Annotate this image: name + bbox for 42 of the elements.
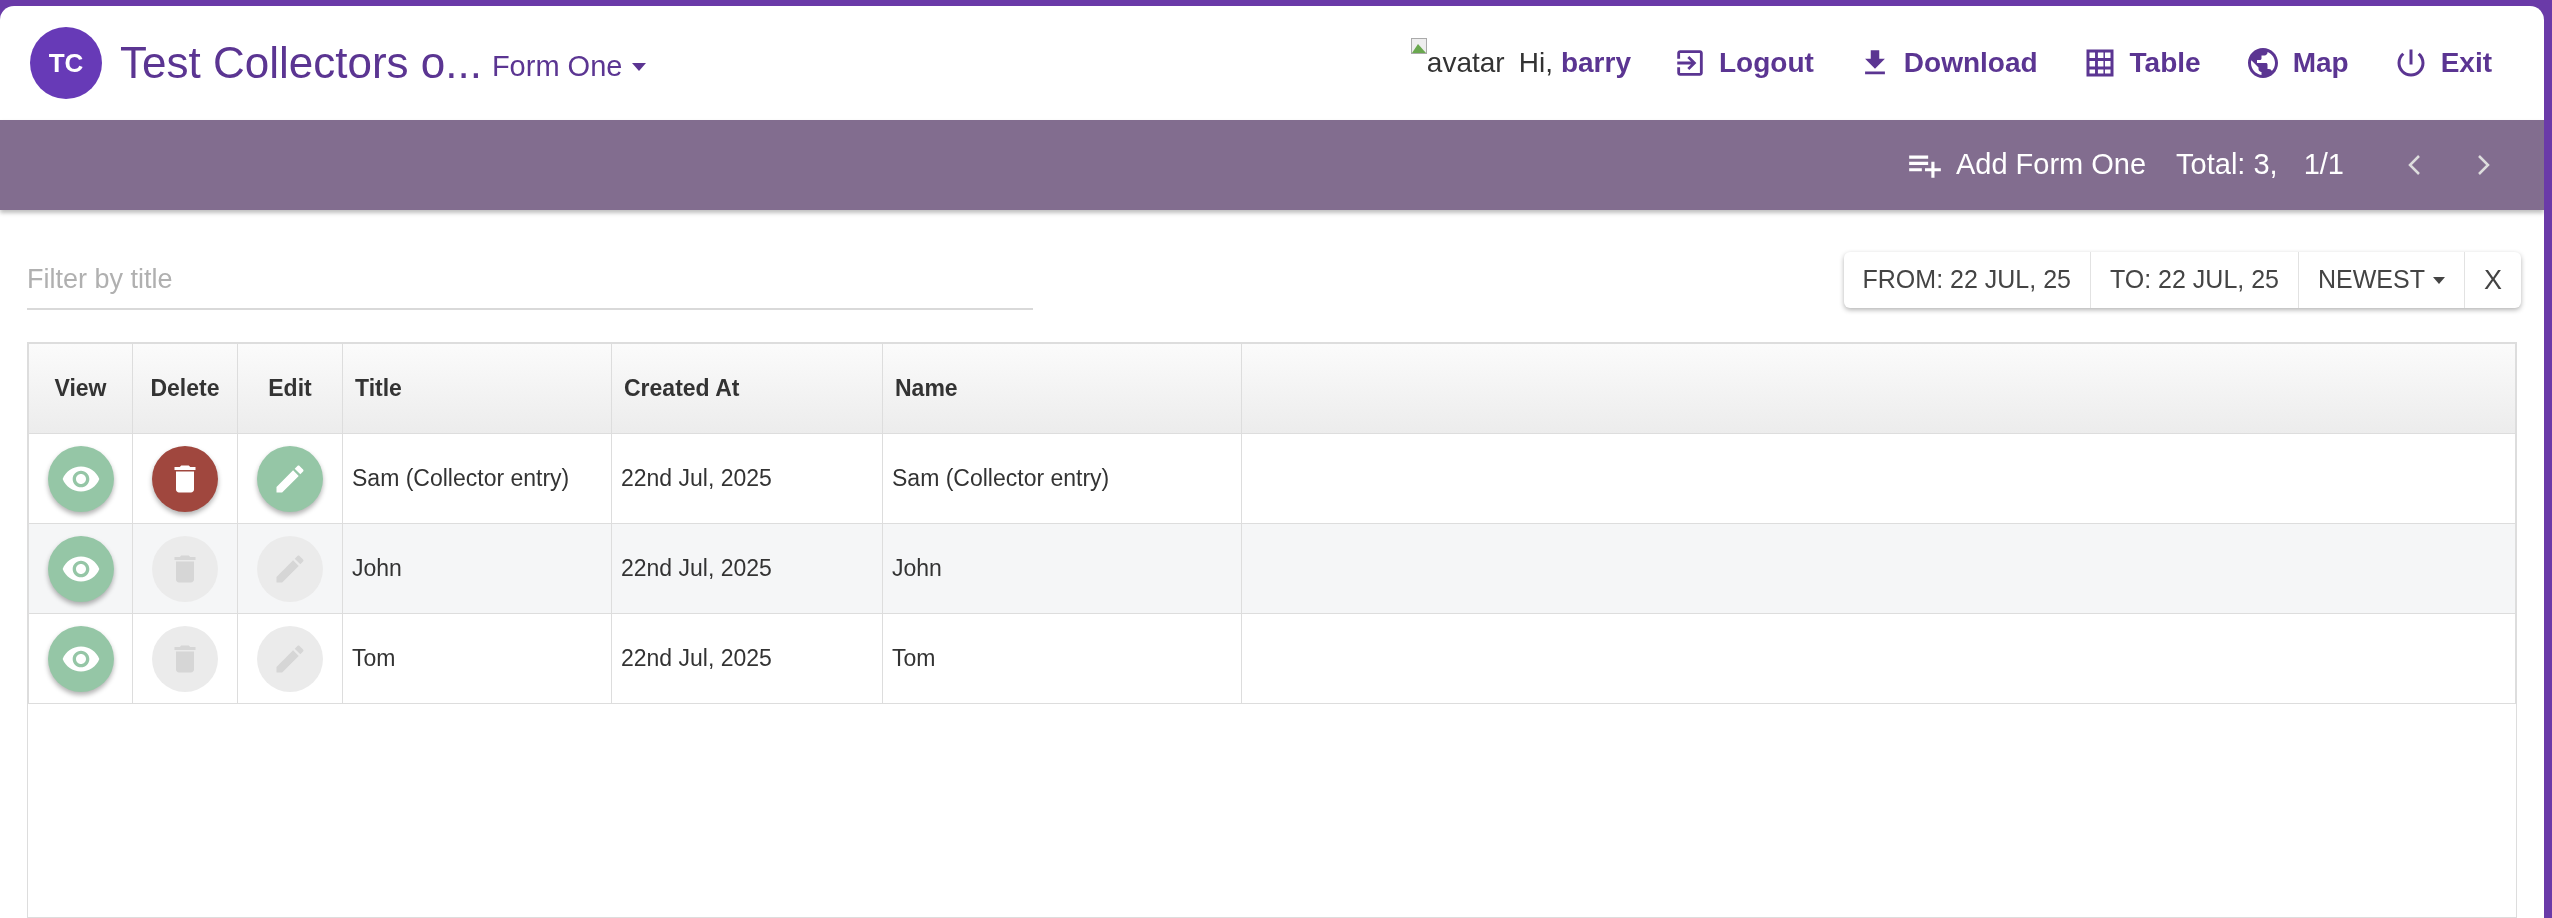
filter-field[interactable]: Filter by title <box>27 250 1033 310</box>
table-button[interactable]: Table <box>2059 42 2223 84</box>
exit-button[interactable]: Exit <box>2370 42 2514 84</box>
view-button[interactable] <box>47 625 114 692</box>
view-button[interactable] <box>47 445 114 512</box>
logo-badge: TC <box>30 27 102 99</box>
download-button[interactable]: Download <box>1835 42 2060 84</box>
page-indicator: 1/1 <box>2303 147 2344 183</box>
caret-icon <box>632 63 647 71</box>
table-cell: 22nd Jul, 2025 <box>611 613 883 704</box>
app-title: Test Collectors o... <box>120 37 482 89</box>
table-cell: Sam (Collector entry) <box>882 433 1242 524</box>
clear-button[interactable]: X <box>2464 252 2521 308</box>
from-date-button[interactable]: FROM: 22 JUL, 25 <box>1843 252 2090 308</box>
table-cell: Tom <box>882 613 1242 704</box>
table-cell: Sam (Collector entry) <box>342 433 612 524</box>
column-header: Title <box>342 343 612 434</box>
table-cell: 22nd Jul, 2025 <box>611 433 883 524</box>
total-count: Total: 3, <box>2176 147 2278 183</box>
table-cell: Tom <box>342 613 612 704</box>
table-cell: 22nd Jul, 2025 <box>611 523 883 614</box>
column-header: Delete <box>132 343 238 434</box>
caret-icon <box>2433 276 2445 284</box>
column-header: Created At <box>611 343 883 434</box>
add-button[interactable]: Add Form One <box>1905 143 2147 187</box>
form-dropdown[interactable]: Form One <box>491 45 647 89</box>
table-cell: John <box>342 523 612 614</box>
column-header: Name <box>882 343 1242 434</box>
delete-button[interactable] <box>152 445 218 512</box>
chevron-left-icon <box>2407 154 2421 176</box>
logout-button[interactable]: Logout <box>1650 42 1836 84</box>
edit-button[interactable] <box>257 445 323 512</box>
view-button[interactable] <box>47 535 114 602</box>
sort-dropdown[interactable]: NEWEST <box>2298 252 2464 308</box>
map-button[interactable]: Map <box>2222 42 2371 84</box>
chevron-right-icon <box>2477 154 2491 176</box>
greeting-text: Hi, <box>1518 46 1553 80</box>
table-cell: John <box>882 523 1242 614</box>
column-header: Edit <box>237 343 343 434</box>
column-header: View <box>28 343 133 434</box>
to-date-button[interactable]: TO: 22 JUL, 25 <box>2089 252 2299 308</box>
username: barry <box>1560 46 1631 80</box>
